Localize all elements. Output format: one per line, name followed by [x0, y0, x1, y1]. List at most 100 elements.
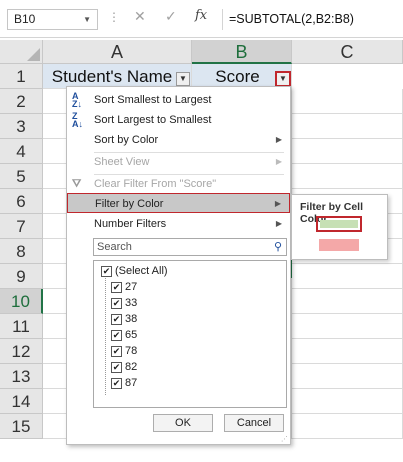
resize-grip-icon[interactable]: ⋰ [281, 435, 288, 443]
sort-descending-label: Sort Largest to Smallest [94, 114, 212, 126]
sort-by-color-item[interactable]: Sort by Color ▶ [67, 130, 290, 150]
row-header-15[interactable]: 15 [0, 414, 43, 439]
chevron-right-icon: ▶ [274, 199, 281, 208]
search-placeholder: Search [97, 241, 132, 253]
select-all-corner[interactable] [0, 40, 43, 64]
chevron-down-icon[interactable]: ▼ [83, 10, 91, 29]
row-header-7[interactable]: 7 [0, 214, 43, 239]
checkbox[interactable]: ✔ [111, 281, 122, 293]
name-box-value: B10 [14, 12, 36, 26]
cell-c11[interactable] [292, 314, 403, 339]
sort-by-color-label: Sort by Color [94, 134, 159, 146]
list-item-label: 65 [125, 329, 138, 341]
row-header-4[interactable]: 4 [0, 139, 43, 164]
cancel-button[interactable]: Cancel [224, 414, 284, 432]
row-header-12[interactable]: 12 [0, 339, 43, 364]
list-item[interactable]: ✔ 65 [111, 328, 137, 343]
cell-c3[interactable] [292, 114, 403, 139]
checkbox[interactable]: ✔ [111, 361, 122, 373]
list-item-label: 33 [125, 297, 138, 309]
row-header-10[interactable]: 10 [0, 289, 43, 314]
number-filters-item[interactable]: Number Filters ▶ [67, 214, 290, 234]
row-header-3[interactable]: 3 [0, 114, 43, 139]
list-item-select-all[interactable]: ✔ (Select All) [101, 264, 168, 279]
list-item-label: 78 [125, 345, 138, 357]
insert-function-icon[interactable]: fx [195, 8, 207, 23]
list-item[interactable]: ✔ 38 [111, 312, 137, 327]
drag-handle-icon: ⋮ [108, 10, 121, 24]
row-header-13[interactable]: 13 [0, 364, 43, 389]
chevron-right-icon: ▶ [275, 219, 282, 228]
cell-c14[interactable] [292, 389, 403, 414]
sort-ascending-item[interactable]: A Z↓ Sort Smallest to Largest [67, 90, 290, 110]
row-header-8[interactable]: 8 [0, 239, 43, 264]
cell-a1-text: Student's Name [51, 67, 173, 86]
cell-c13[interactable] [292, 364, 403, 389]
column-header-c[interactable]: C [292, 40, 403, 64]
checkbox[interactable]: ✔ [101, 265, 112, 277]
row-header-14[interactable]: 14 [0, 389, 43, 414]
sheet-view-label: Sheet View [94, 156, 150, 168]
filter-button-b[interactable]: ▼ [275, 71, 291, 87]
cell-c5[interactable] [292, 164, 403, 189]
confirm-icon[interactable]: ✓ [165, 8, 177, 25]
checkbox[interactable]: ✔ [111, 297, 122, 309]
sheet-view-item: Sheet View ▶ [67, 152, 290, 172]
green-swatch [320, 220, 358, 228]
checkbox[interactable]: ✔ [111, 345, 122, 357]
formula-bar: B10 ▼ ⋮ ✕ ✓ fx =SUBTOTAL(2,B2:B8) [0, 0, 403, 38]
list-item-label: (Select All) [115, 265, 168, 277]
sort-ascending-label: Sort Smallest to Largest [94, 94, 212, 106]
filter-by-color-label: Filter by Color [95, 198, 164, 210]
search-input[interactable]: Search ⚲ [93, 238, 287, 256]
list-item[interactable]: ✔ 33 [111, 296, 137, 311]
ok-button[interactable]: OK [153, 414, 213, 432]
clear-filter-icon: ⛛ [72, 178, 82, 190]
sort-descending-item[interactable]: Z A↓ Sort Largest to Smallest [67, 110, 290, 130]
value-list: ✔ (Select All) ✔ 27 ✔ 33 ✔ 38 ✔ 65 ✔ 78 ✔ 82 ✔ 8… [93, 260, 287, 408]
list-item-label: 38 [125, 313, 138, 325]
chevron-right-icon: ▶ [275, 157, 282, 166]
cell-c4[interactable] [292, 139, 403, 164]
filter-by-color-item[interactable]: Filter by Color ▶ [67, 193, 290, 213]
checkbox[interactable]: ✔ [111, 329, 122, 341]
checkbox[interactable]: ✔ [111, 313, 122, 325]
clear-filter-item: ⛛ Clear Filter From "Score" [67, 174, 290, 194]
name-box[interactable]: B10 ▼ [7, 9, 98, 30]
color-option-red[interactable] [319, 239, 359, 251]
sort-ascending-icon: A Z↓ [72, 91, 82, 109]
tree-line [105, 275, 106, 395]
filter-dropdown: A Z↓ Sort Smallest to Largest Z A↓ Sort La… [66, 86, 291, 445]
chevron-right-icon: ▶ [275, 135, 282, 144]
column-header-b[interactable]: B [192, 40, 292, 64]
row-header-5[interactable]: 5 [0, 164, 43, 189]
row-header-1[interactable]: 1 [0, 64, 43, 89]
list-item-label: 87 [125, 377, 138, 389]
filter-button-a[interactable]: ▼ [176, 72, 190, 86]
list-item[interactable]: ✔ 82 [111, 360, 137, 375]
row-header-2[interactable]: 2 [0, 89, 43, 114]
list-item[interactable]: ✔ 27 [111, 280, 137, 295]
list-item-label: 27 [125, 281, 138, 293]
cell-c10[interactable] [292, 289, 403, 314]
column-header-a[interactable]: A [43, 40, 192, 64]
row-header-11[interactable]: 11 [0, 314, 43, 339]
color-option-green[interactable] [316, 216, 362, 232]
sort-descending-icon: Z A↓ [72, 111, 83, 129]
cell-c12[interactable] [292, 339, 403, 364]
checkbox[interactable]: ✔ [111, 377, 122, 389]
cell-c2[interactable] [292, 89, 403, 114]
list-item-label: 82 [125, 361, 138, 373]
cell-c15[interactable] [292, 414, 403, 439]
formula-input[interactable]: =SUBTOTAL(2,B2:B8) [222, 9, 403, 30]
list-item[interactable]: ✔ 87 [111, 376, 137, 391]
search-icon: ⚲ [273, 241, 282, 253]
number-filters-label: Number Filters [94, 218, 167, 230]
filter-by-color-submenu: Filter by Cell Color [291, 194, 388, 260]
cancel-icon[interactable]: ✕ [134, 8, 146, 25]
row-header-9[interactable]: 9 [0, 264, 43, 289]
cell-b1-text: Score [215, 67, 260, 86]
row-header-6[interactable]: 6 [0, 189, 43, 214]
cell-c9[interactable] [292, 264, 403, 289]
list-item[interactable]: ✔ 78 [111, 344, 137, 359]
